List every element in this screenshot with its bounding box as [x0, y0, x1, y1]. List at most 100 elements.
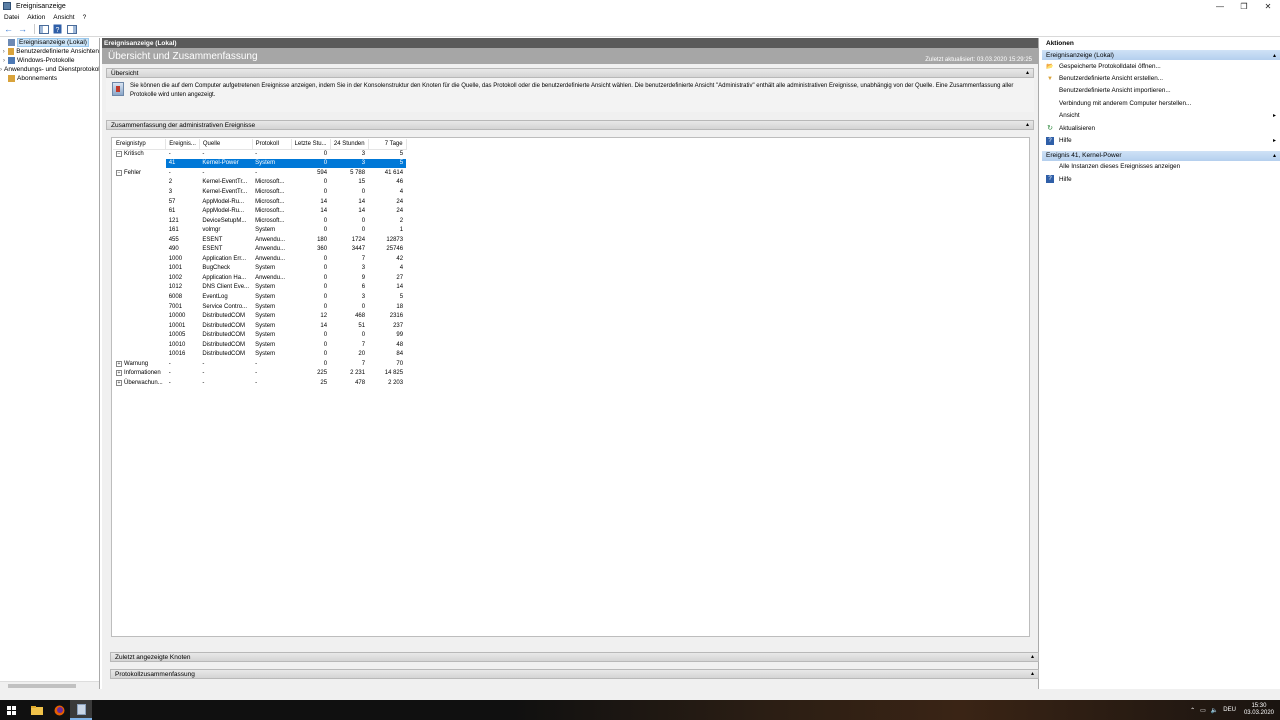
tree-item[interactable]: Ereignisanzeige (Lokal) [0, 38, 99, 47]
minimize-button[interactable]: — [1208, 0, 1232, 12]
cell-7-days: 2 [399, 217, 404, 224]
table-row[interactable]: 121 DeviceSetupM... Microsoft... 0 0 2 [113, 216, 406, 226]
table-group-row[interactable]: − Kritisch - - -0 3 5 [113, 149, 406, 159]
table-row[interactable]: 10005 DistributedCOM System 0 0 99 [113, 330, 406, 340]
table-row[interactable]: 7001 Service Contro... System 0 0 18 [113, 302, 406, 312]
column-header-source[interactable]: Quelle [199, 139, 253, 150]
expand-box-icon[interactable]: + [116, 379, 122, 386]
table-row[interactable]: 1002 Application Ha... Anwendu... 0 9 27 [113, 273, 406, 283]
tree-expander-icon[interactable]: › [0, 49, 8, 55]
expand-box-icon[interactable]: + [116, 370, 122, 377]
column-header-7-days[interactable]: 7 Tage [368, 139, 407, 150]
table-row[interactable]: 161 volmgr System 0 0 1 [113, 225, 406, 235]
tree-item[interactable]: › Benutzerdefinierte Ansichten [0, 47, 99, 56]
menu-file[interactable]: Datei [0, 14, 23, 21]
action-item[interactable]: 📂 Gespeicherte Protokolldatei öffnen... [1042, 60, 1280, 72]
show-hide-tree-icon[interactable] [38, 24, 49, 35]
actions-section-local[interactable]: Ereignisanzeige (Lokal) ▴ [1042, 50, 1280, 60]
table-row[interactable]: 61 AppModel-Ru... Microsoft... 14 14 24 [113, 206, 406, 216]
tree-item[interactable]: Abonnements [0, 74, 99, 83]
speaker-icon[interactable]: 🔈 [1211, 707, 1218, 714]
show-hide-action-pane-icon[interactable] [66, 24, 77, 35]
cell-last-hour: 14 [320, 198, 328, 205]
collapse-box-icon[interactable]: − [116, 151, 122, 158]
taskbar: ⌃ ▭ 🔈 DEU 15:30 03.03.2020 [0, 700, 1280, 720]
table-group-row[interactable]: − Fehler - - -594 5 788 41 614 [113, 168, 406, 178]
expand-box-icon[interactable]: + [116, 360, 122, 367]
action-item[interactable]: Benutzerdefinierte Ansicht importieren..… [1042, 85, 1280, 97]
cell-24-hours: 0 [361, 217, 366, 224]
file-explorer-icon[interactable] [26, 700, 48, 720]
table-row[interactable]: 10000 DistributedCOM System 12 468 2316 [113, 311, 406, 321]
column-header-event-type[interactable]: Ereignistyp [113, 139, 167, 150]
table-group-row[interactable]: + Warnung - - -0 7 70 [113, 359, 406, 369]
action-item[interactable]: ↻ Aktualisieren [1042, 122, 1280, 134]
action-item[interactable]: ▼ Benutzerdefinierte Ansicht erstellen... [1042, 72, 1280, 84]
table-row[interactable]: 10001 DistributedCOM System 14 51 237 [113, 321, 406, 331]
actions-section-event[interactable]: Ereignis 41, Kernel-Power ▴ [1042, 150, 1280, 161]
expand-arrow-icon[interactable]: ▴ [1031, 670, 1034, 677]
network-icon[interactable]: ▭ [1200, 707, 1206, 714]
column-header-log[interactable]: Protokoll [252, 139, 292, 150]
action-item[interactable]: ? Hilfe ▸ [1042, 134, 1280, 146]
recent-nodes-section-header[interactable]: Zuletzt angezeigte Knoten ▴ [110, 652, 1039, 662]
log-summary-section-header[interactable]: Protokollzusammenfassung ▴ [110, 669, 1039, 679]
table-row[interactable]: 10010 DistributedCOM System 0 7 48 [113, 340, 406, 350]
collapse-arrow-icon[interactable]: ▴ [1026, 121, 1029, 128]
cell-source: - [202, 370, 205, 377]
summary-section-header[interactable]: Zusammenfassung der administrativen Erei… [106, 120, 1034, 130]
column-header-event-id[interactable]: Ereignis... [165, 139, 200, 150]
firefox-icon[interactable] [48, 700, 70, 720]
table-row[interactable]: 6008 EventLog System 0 3 5 [113, 292, 406, 302]
table-row[interactable]: 490 ESENT Anwendu... 360 3447 25746 [113, 244, 406, 254]
help-icon: ? [1046, 136, 1054, 145]
overview-section-header[interactable]: Übersicht ▴ [106, 68, 1034, 78]
collapse-arrow-icon[interactable]: ▴ [1273, 152, 1276, 159]
tree-item[interactable]: › Anwendungs- und Dienstprotokolle [0, 65, 99, 74]
table-group-row[interactable]: + Informationen - - -225 2 231 14 825 [113, 369, 406, 379]
maximize-button[interactable]: ❐ [1232, 0, 1256, 12]
chevron-up-icon[interactable]: ⌃ [1190, 707, 1195, 714]
close-button[interactable]: ✕ [1256, 0, 1280, 12]
table-row[interactable]: 10016 DistributedCOM System 0 20 84 [113, 349, 406, 359]
table-row[interactable]: 2 Kernel-EventTr... Microsoft... 0 15 46 [113, 178, 406, 188]
help-book-icon[interactable]: ? [52, 24, 63, 35]
back-arrow-icon[interactable]: ← [3, 24, 14, 35]
menu-help[interactable]: ? [79, 14, 91, 21]
cell-7-days: 18 [396, 303, 404, 310]
table-row[interactable]: 1000 Application Err... Anwendu... 0 7 42 [113, 254, 406, 264]
tree-expander-icon[interactable]: › [0, 67, 2, 73]
menu-action[interactable]: Aktion [23, 14, 49, 21]
event-viewer-taskbar-icon[interactable] [70, 700, 92, 720]
table-row[interactable]: 57 AppModel-Ru... Microsoft... 14 14 24 [113, 197, 406, 207]
table-row[interactable]: 1012 DNS Client Eve... System 0 6 14 [113, 283, 406, 293]
collapse-arrow-icon[interactable]: ▴ [1026, 69, 1029, 76]
expand-arrow-icon[interactable]: ▴ [1031, 653, 1034, 660]
table-row[interactable]: 41 Kernel-Power System 0 3 5 [113, 158, 407, 169]
cell-7-days: 48 [396, 341, 404, 348]
cell-event-id: 10016 [168, 351, 186, 358]
action-item[interactable]: Alle Instanzen dieses Ereignisses anzeig… [1042, 161, 1280, 173]
column-header-24-hours[interactable]: 24 Stunden [330, 139, 369, 150]
table-row[interactable]: 3 Kernel-EventTr... Microsoft... 0 0 4 [113, 187, 406, 197]
table-row[interactable]: 1001 BugCheck System 0 3 4 [113, 264, 406, 274]
table-group-row[interactable]: + Überwachun... - - -25 478 2 203 [113, 378, 406, 388]
collapse-box-icon[interactable]: − [116, 169, 122, 176]
table-row[interactable]: 455 ESENT Anwendu... 180 1724 12873 [113, 235, 406, 245]
cell-event-type [113, 216, 166, 226]
action-item[interactable]: ? Hilfe [1042, 173, 1280, 185]
language-indicator[interactable]: DEU [1223, 707, 1236, 713]
action-item[interactable]: Ansicht ▸ [1042, 110, 1280, 122]
tree-horizontal-scrollbar[interactable] [0, 681, 99, 689]
column-header-last-hour[interactable]: Letzte Stu... [291, 139, 331, 150]
start-windows-icon[interactable] [0, 700, 22, 720]
action-item[interactable]: Verbindung mit anderem Computer herstell… [1042, 97, 1280, 109]
tree-item[interactable]: › Windows-Protokolle [0, 56, 99, 65]
tree-expander-icon[interactable]: › [0, 58, 8, 64]
scrollbar-thumb[interactable] [8, 684, 76, 688]
forward-arrow-icon[interactable]: → [17, 24, 28, 35]
clock[interactable]: 15:30 03.03.2020 [1244, 703, 1274, 717]
collapse-arrow-icon[interactable]: ▴ [1273, 52, 1276, 59]
cell-source: Kernel-EventTr... [202, 179, 248, 186]
menu-view[interactable]: Ansicht [49, 14, 78, 21]
